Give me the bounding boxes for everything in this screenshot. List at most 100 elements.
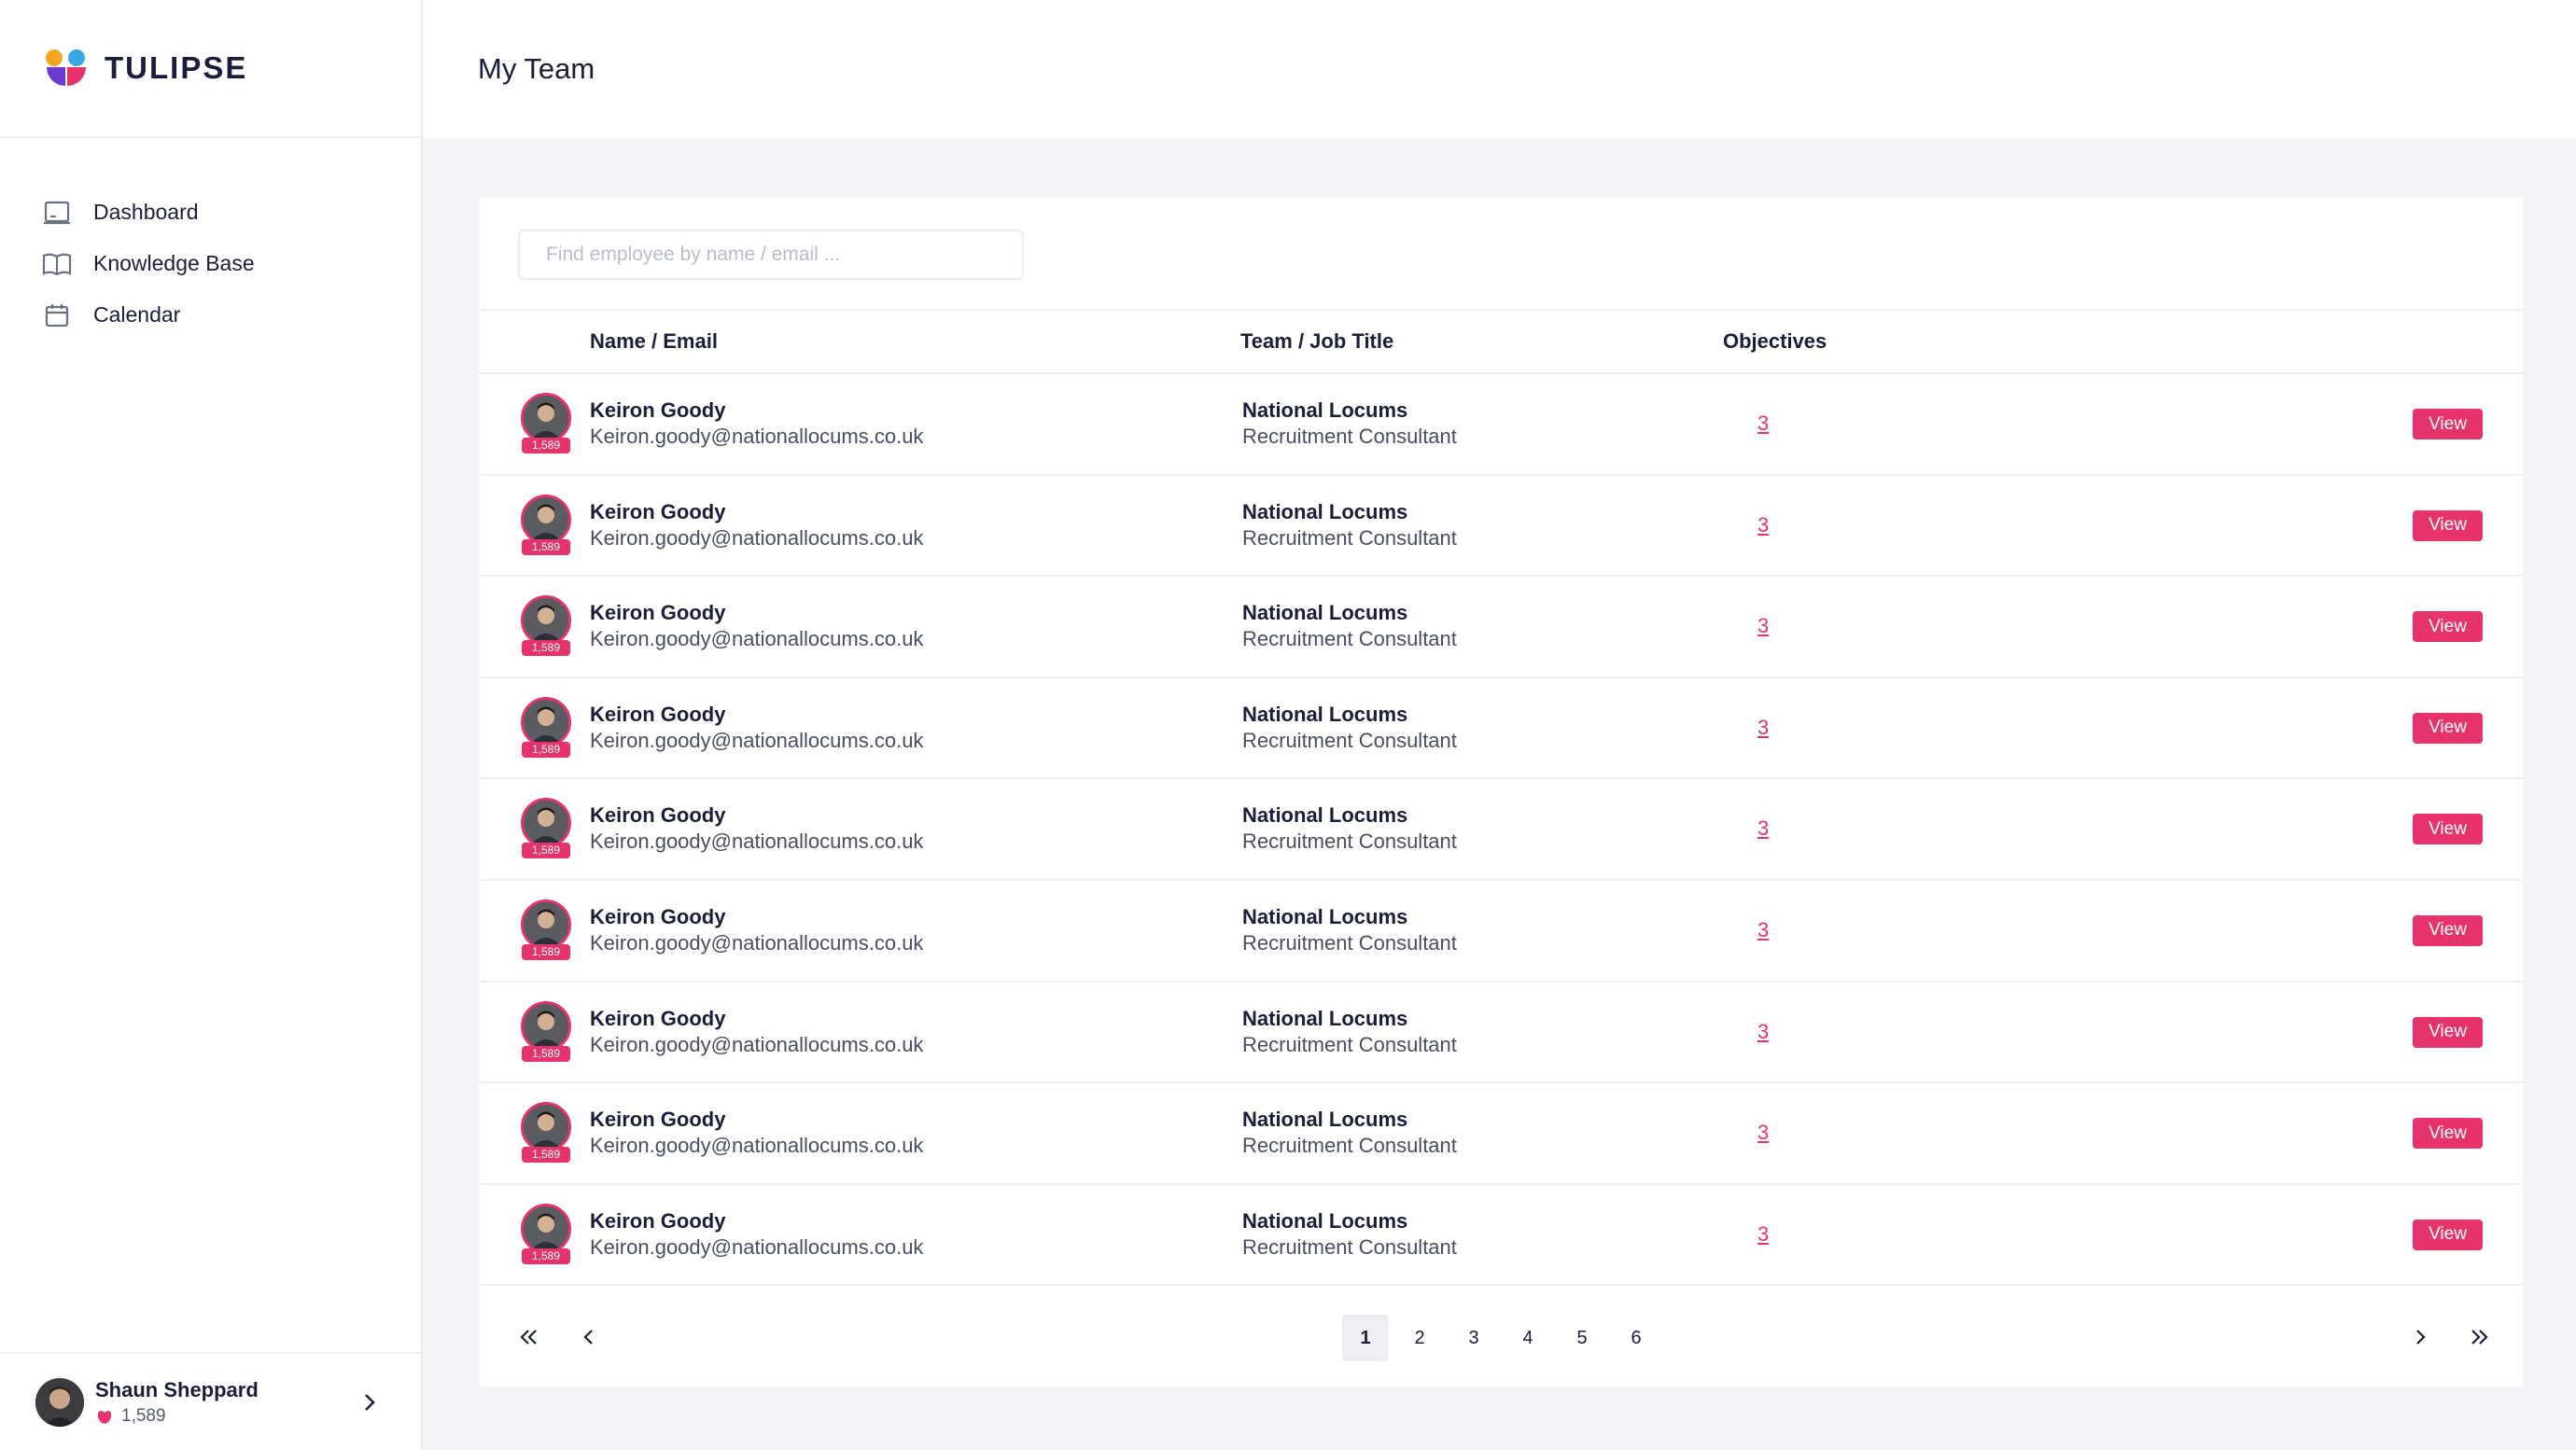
employee-email: Keiron.goody@nationallocums.co.uk [590,425,924,448]
table-row: 1,589 Keiron Goody Keiron.goody@nationallo… [479,983,2523,1084]
points-badge: 1,589 [522,1147,570,1164]
avatar-image [521,899,571,950]
page-4[interactable]: 4 [1505,1315,1551,1361]
employee-avatar: 1,589 [521,595,573,661]
avatar-image [521,1000,571,1052]
view-button[interactable]: View [2413,1016,2483,1048]
table-row: 1,589 Keiron Goody Keiron.goody@nationallo… [479,678,2523,780]
profile-points: 1,589 [95,1406,356,1427]
sidebar-item-knowledge-base[interactable]: Knowledge Base [0,238,421,289]
page-header: My Team [423,0,2576,138]
employee-name: Keiron Goody [590,398,726,422]
brand-name: TULIPSE [105,50,248,85]
employee-email: Keiron.goody@nationallocums.co.uk [590,830,924,854]
objectives-link[interactable]: 3 [1757,1020,1769,1044]
user-profile[interactable]: Shaun Sheppard 1,589 [0,1352,421,1450]
sidebar-item-dashboard[interactable]: Dashboard [0,187,421,238]
employee-avatar: 1,589 [521,393,573,458]
employee-job-title: Recruitment Consultant [1242,1234,1457,1259]
page-5[interactable]: 5 [1559,1315,1605,1361]
page-list: 123456 [1342,1315,1667,1361]
chevron-right-icon[interactable] [356,1388,384,1416]
objectives-link[interactable]: 3 [1757,716,1769,740]
profile-name: Shaun Sheppard [95,1377,259,1401]
points-badge: 1,589 [522,741,570,758]
employee-team: National Locums [1242,702,1408,726]
team-card: Name / Email Team / Job Title Objectives… [479,198,2523,1387]
view-button[interactable]: View [2413,611,2483,643]
objectives-link[interactable]: 3 [1757,1222,1769,1247]
avatar-image [521,798,571,849]
page-6[interactable]: 6 [1613,1315,1659,1361]
objectives-link[interactable]: 3 [1757,816,1769,841]
next-page-icon[interactable] [2403,1320,2437,1354]
employee-team: National Locums [1242,1006,1408,1030]
employee-job-title: Recruitment Consultant [1242,930,1457,955]
previous-page-icon[interactable] [572,1320,606,1354]
employee-email: Keiron.goody@nationallocums.co.uk [590,627,924,651]
employee-job-title: Recruitment Consultant [1242,728,1457,752]
employee-team: National Locums [1242,1208,1408,1233]
objectives-link[interactable]: 3 [1757,411,1769,436]
employee-email: Keiron.goody@nationallocums.co.uk [590,525,924,550]
sidebar-item-label: Knowledge Base [93,251,255,275]
avatar-image [521,595,571,647]
sidebar: TULIPSE Dashboard Knowledge Base Calenda… [0,0,423,1450]
employee-team: National Locums [1242,803,1408,828]
avatar-image [521,393,571,443]
first-page-icon[interactable] [512,1320,546,1354]
points-badge: 1,589 [522,1248,570,1264]
view-button[interactable]: View [2413,1219,2483,1250]
employee-email: Keiron.goody@nationallocums.co.uk [590,1134,924,1158]
column-header-objectives: Objectives [1723,329,1827,353]
points-badge: 1,589 [522,438,570,453]
page-2[interactable]: 2 [1396,1315,1443,1361]
table-row: 1,589 Keiron Goody Keiron.goody@nationallo… [479,779,2523,881]
objectives-link[interactable]: 3 [1757,513,1769,537]
employee-name: Keiron Goody [590,1006,726,1030]
points-badge: 1,589 [522,1045,570,1062]
employee-name: Keiron Goody [590,601,726,625]
employee-name: Keiron Goody [590,803,726,828]
employee-team: National Locums [1242,1108,1408,1132]
pagination: 123456 [479,1286,2523,1387]
table-row: 1,589 Keiron Goody Keiron.goody@nationallo… [479,1083,2523,1185]
employee-team: National Locums [1242,499,1408,523]
employee-avatar: 1,589 [521,494,573,560]
avatar-image [521,1203,571,1254]
view-button[interactable]: View [2413,814,2483,845]
employee-avatar: 1,589 [521,1203,573,1269]
view-button[interactable]: View [2413,914,2483,946]
profile-info: Shaun Sheppard 1,589 [95,1378,356,1427]
search-input[interactable] [518,230,1024,280]
table-row: 1,589 Keiron Goody Keiron.goody@nationallo… [479,881,2523,983]
objectives-link[interactable]: 3 [1757,614,1769,638]
objectives-link[interactable]: 3 [1757,918,1769,942]
page-1[interactable]: 1 [1342,1315,1389,1361]
page-title: My Team [478,52,595,85]
employee-job-title: Recruitment Consultant [1242,425,1457,448]
page-3[interactable]: 3 [1450,1315,1497,1361]
objectives-link[interactable]: 3 [1757,1121,1769,1145]
view-button[interactable]: View [2413,712,2483,744]
employee-email: Keiron.goody@nationallocums.co.uk [590,1234,924,1259]
view-button[interactable]: View [2413,509,2483,541]
view-button[interactable]: View [2413,409,2483,439]
sidebar-item-label: Calendar [93,302,181,327]
employee-avatar: 1,589 [521,696,573,762]
points-badge: 1,589 [522,843,570,859]
brand[interactable]: TULIPSE [0,0,421,138]
employee-team: National Locums [1242,398,1408,422]
table-row: 1,589 Keiron Goody Keiron.goody@nationallo… [479,577,2523,678]
last-page-icon[interactable] [2462,1320,2496,1354]
view-button[interactable]: View [2413,1118,2483,1150]
avatar-image [521,696,571,747]
profile-points-value: 1,589 [121,1405,166,1426]
sidebar-item-calendar[interactable]: Calendar [0,289,421,341]
table-header: Name / Email Team / Job Title Objectives [479,311,2523,374]
employee-email: Keiron.goody@nationallocums.co.uk [590,728,924,752]
employee-email: Keiron.goody@nationallocums.co.uk [590,1032,924,1056]
employee-email: Keiron.goody@nationallocums.co.uk [590,930,924,955]
employee-name: Keiron Goody [590,499,726,523]
sidebar-nav: Dashboard Knowledge Base Calendar [0,138,421,341]
